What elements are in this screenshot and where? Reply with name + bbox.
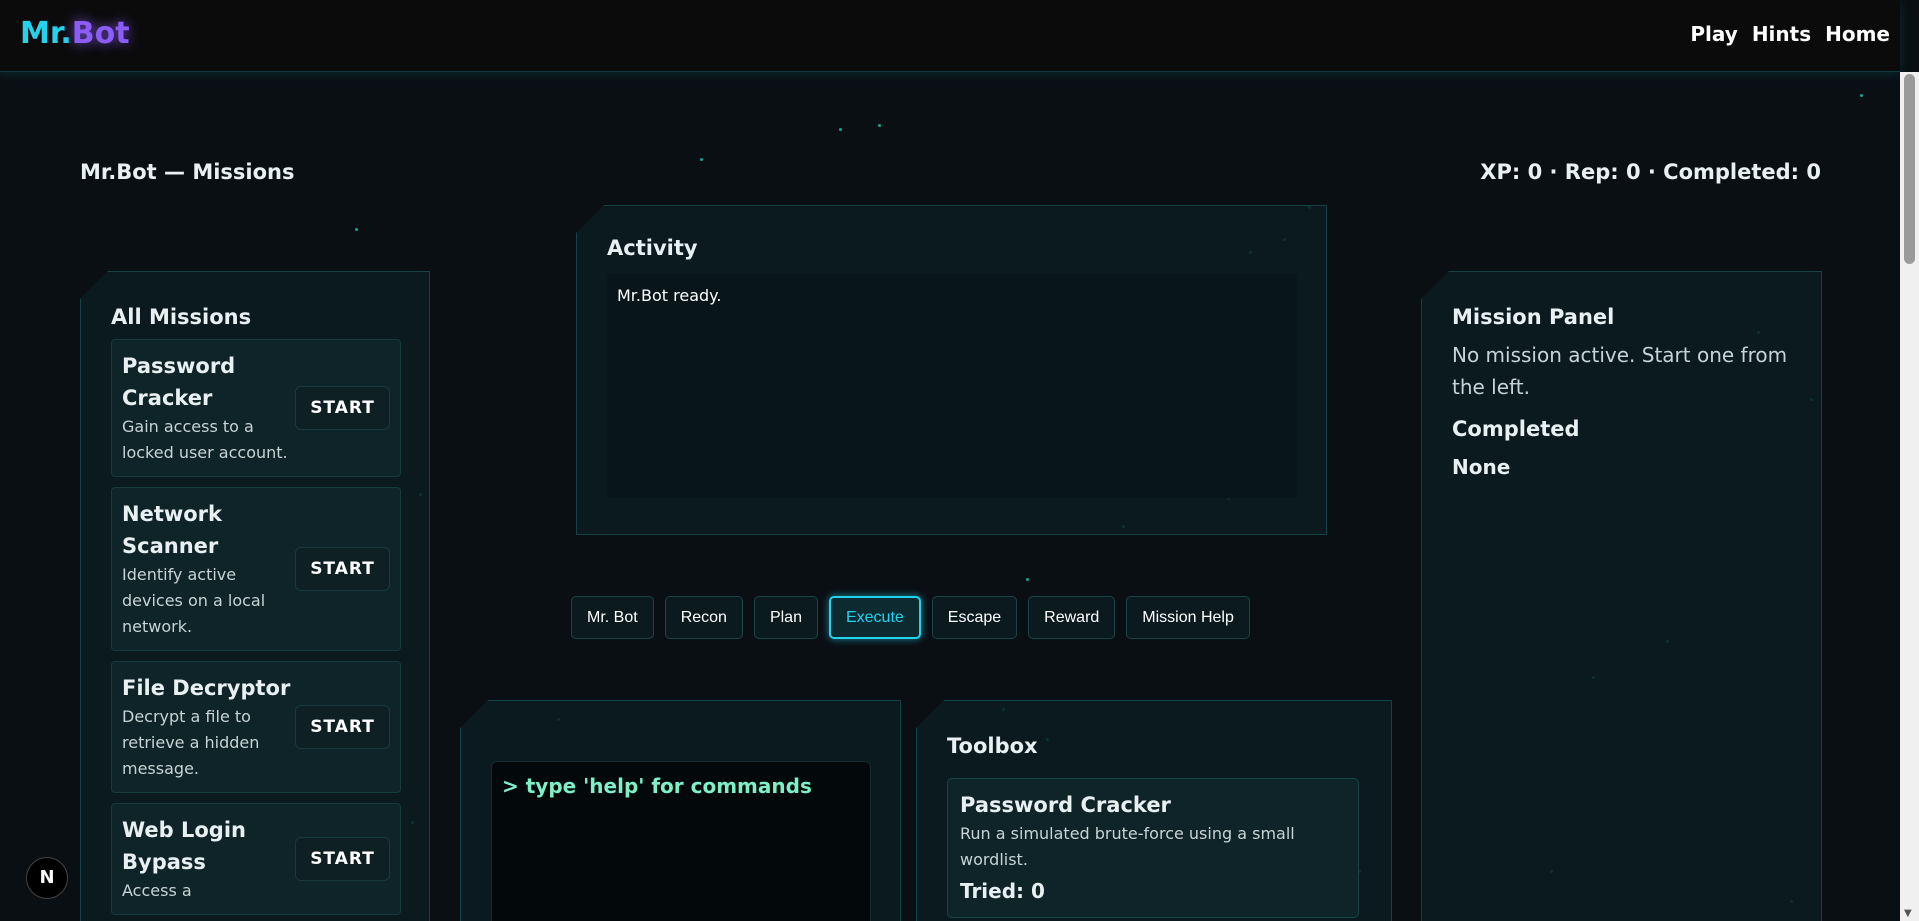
completed-heading: Completed bbox=[1452, 417, 1580, 441]
nav-play-link[interactable]: Play bbox=[1690, 22, 1737, 46]
tab-mr-bot[interactable]: Mr. Bot bbox=[571, 596, 654, 639]
tool-tried-count: Tried: 0 bbox=[960, 879, 1045, 903]
tab-reward[interactable]: Reward bbox=[1028, 596, 1116, 639]
tab-recon[interactable]: Recon bbox=[664, 596, 743, 639]
toolbox-heading: Toolbox bbox=[947, 734, 1038, 758]
mission-card-file-decryptor: File Decryptor Decrypt a file to retriev… bbox=[111, 661, 401, 793]
tab-escape[interactable]: Escape bbox=[931, 596, 1018, 639]
start-mission-button[interactable]: START bbox=[295, 705, 390, 749]
mission-name: File Decryptor bbox=[122, 676, 291, 700]
mission-status-panel: Mission Panel No mission active. Start o… bbox=[1421, 271, 1822, 921]
logo-text-bot: Bot bbox=[71, 16, 130, 51]
scroll-down-arrow-icon[interactable]: ▼ bbox=[1904, 908, 1912, 919]
logo-text-mr: Mr. bbox=[20, 16, 72, 51]
mission-description: Decrypt a file to retrieve a hidden mess… bbox=[122, 707, 260, 778]
mission-card-password-cracker: Password Cracker Gain access to a locked… bbox=[111, 339, 401, 477]
missions-panel: All Missions Password Cracker Gain acces… bbox=[80, 271, 430, 921]
terminal-panel: > type 'help' for commands bbox=[460, 700, 901, 921]
tool-card-password-cracker: Password Cracker Run a simulated brute-f… bbox=[947, 778, 1359, 918]
mission-name: Network Scanner bbox=[122, 502, 223, 558]
start-mission-button[interactable]: START bbox=[295, 547, 390, 591]
mission-phase-tabs: Mr. Bot Recon Plan Execute Escape Reward… bbox=[571, 596, 1250, 639]
nav-hints-link[interactable]: Hints bbox=[1752, 22, 1811, 46]
page-title: Mr.Bot — Missions bbox=[80, 160, 295, 184]
tool-description: Run a simulated brute-force using a smal… bbox=[960, 824, 1295, 869]
mission-description: Gain access to a locked user account. bbox=[122, 417, 288, 462]
mission-panel-heading: Mission Panel bbox=[1452, 305, 1615, 329]
player-stats: XP: 0 · Rep: 0 · Completed: 0 bbox=[1480, 160, 1821, 184]
page-scrollbar[interactable]: ▼ bbox=[1900, 72, 1919, 921]
terminal-input[interactable]: > type 'help' for commands bbox=[491, 761, 871, 921]
main-nav: Play Hints Home bbox=[1690, 22, 1890, 46]
tab-plan[interactable]: Plan bbox=[753, 596, 818, 639]
framework-badge-icon[interactable]: N bbox=[26, 857, 68, 899]
top-navbar: Mr.Bot Play Hints Home bbox=[0, 0, 1900, 72]
missions-heading: All Missions bbox=[111, 305, 252, 329]
tool-name: Password Cracker bbox=[960, 793, 1171, 817]
tab-execute[interactable]: Execute bbox=[828, 596, 921, 639]
mission-status-text: No mission active. Start one from the le… bbox=[1452, 343, 1788, 399]
logo[interactable]: Mr.Bot bbox=[20, 16, 130, 51]
activity-heading: Activity bbox=[607, 236, 698, 260]
tab-mission-help[interactable]: Mission Help bbox=[1126, 596, 1250, 639]
mission-description: Identify active devices on a local netwo… bbox=[122, 565, 266, 636]
activity-log: Mr.Bot ready. bbox=[607, 274, 1297, 498]
scrollbar-thumb[interactable] bbox=[1904, 74, 1915, 264]
mission-name: Password Cracker bbox=[122, 354, 236, 410]
toolbox-panel: Toolbox Password Cracker Run a simulated… bbox=[916, 700, 1392, 921]
completed-missions-value: None bbox=[1452, 455, 1511, 479]
mission-name: Web Login Bypass bbox=[122, 818, 246, 874]
nav-home-link[interactable]: Home bbox=[1825, 22, 1890, 46]
mission-description: Access a bbox=[122, 881, 192, 900]
mission-card-web-login-bypass: Web Login Bypass Access a START bbox=[111, 803, 401, 915]
mission-card-network-scanner: Network Scanner Identify active devices … bbox=[111, 487, 401, 651]
start-mission-button[interactable]: START bbox=[295, 386, 390, 430]
activity-panel: Activity Mr.Bot ready. bbox=[576, 205, 1327, 535]
start-mission-button[interactable]: START bbox=[295, 837, 390, 881]
